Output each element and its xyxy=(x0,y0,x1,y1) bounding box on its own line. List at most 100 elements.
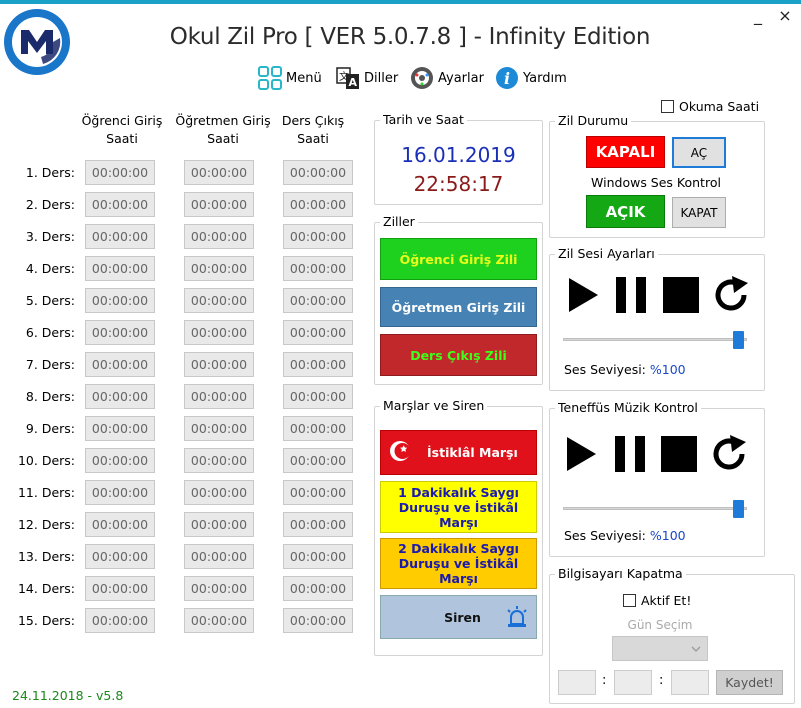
lesson-label: 2. Ders: xyxy=(25,197,75,212)
teacher-entry-time-input[interactable]: 00:00:00 xyxy=(184,448,254,473)
lesson-exit-time-input[interactable]: 00:00:00 xyxy=(283,288,353,313)
teacher-entry-time-input[interactable]: 00:00:00 xyxy=(184,608,254,633)
window-title: Okul Zil Pro [ VER 5.0.7.8 ] - Infinity … xyxy=(169,24,651,50)
lesson-exit-time-input[interactable]: 00:00:00 xyxy=(283,576,353,601)
date-display: 16.01.2019 xyxy=(401,143,516,167)
shutdown-enable-toggle[interactable]: Aktif Et! xyxy=(623,593,691,608)
bell-stop-icon[interactable] xyxy=(663,277,699,316)
student-entry-time-input[interactable]: 00:00:00 xyxy=(85,448,155,473)
info-icon: i xyxy=(495,66,519,90)
lesson-exit-time-input[interactable]: 00:00:00 xyxy=(283,256,353,281)
student-entry-time-input[interactable]: 00:00:00 xyxy=(85,576,155,601)
anthem-button[interactable]: İstiklâl Marşı xyxy=(380,430,537,475)
student-entry-time-input[interactable]: 00:00:00 xyxy=(85,256,155,281)
lesson-exit-time-input[interactable]: 00:00:00 xyxy=(283,544,353,569)
student-entry-time-input[interactable]: 00:00:00 xyxy=(85,608,155,633)
help-label: Yardım xyxy=(523,70,567,86)
student-entry-time-input[interactable]: 00:00:00 xyxy=(85,224,155,249)
teacher-entry-time-input[interactable]: 00:00:00 xyxy=(184,352,254,377)
close-button[interactable]: × xyxy=(775,6,795,25)
music-pause-icon[interactable] xyxy=(613,436,647,475)
student-entry-time-input[interactable]: 00:00:00 xyxy=(85,480,155,505)
teacher-entry-time-input[interactable]: 00:00:00 xyxy=(184,544,254,569)
shutdown-enable-checkbox[interactable] xyxy=(623,594,636,607)
teacher-entry-time-input[interactable]: 00:00:00 xyxy=(184,480,254,505)
lesson-exit-time-input[interactable]: 00:00:00 xyxy=(283,224,353,249)
bell-status-title: Zil Durumu xyxy=(555,113,632,128)
student-entry-time-input[interactable]: 00:00:00 xyxy=(85,288,155,313)
lesson-exit-time-input[interactable]: 00:00:00 xyxy=(283,448,353,473)
lesson-exit-time-input[interactable]: 00:00:00 xyxy=(283,352,353,377)
teacher-entry-time-input[interactable]: 00:00:00 xyxy=(184,256,254,281)
music-volume-value: %100 xyxy=(649,528,686,543)
teacher-bell-button[interactable]: Öğretmen Giriş Zili xyxy=(380,287,537,327)
bell-sound-title: Zil Sesi Ayarları xyxy=(555,246,658,261)
teacher-entry-time-input[interactable]: 00:00:00 xyxy=(184,288,254,313)
time-separator-1: : xyxy=(602,673,607,688)
student-bell-button[interactable]: Öğrenci Giriş Zili xyxy=(380,238,537,280)
teacher-entry-time-input[interactable]: 00:00:00 xyxy=(184,416,254,441)
shutdown-second-input[interactable] xyxy=(671,670,709,695)
bell-open-button[interactable]: AÇ xyxy=(672,137,726,168)
bell-volume-thumb[interactable] xyxy=(733,331,744,349)
music-volume-thumb[interactable] xyxy=(733,500,744,518)
bell-volume-readout: Ses Seviyesi: %100 xyxy=(564,362,686,377)
teacher-entry-time-input[interactable]: 00:00:00 xyxy=(184,160,254,185)
lesson-label: 12. Ders: xyxy=(17,517,75,532)
teacher-entry-time-input[interactable]: 00:00:00 xyxy=(184,512,254,537)
student-entry-time-input[interactable]: 00:00:00 xyxy=(85,192,155,217)
menu-item-help[interactable]: i Yardım xyxy=(495,66,567,90)
teacher-entry-time-input[interactable]: 00:00:00 xyxy=(184,576,254,601)
student-entry-time-input[interactable]: 00:00:00 xyxy=(85,512,155,537)
teacher-entry-time-input[interactable]: 00:00:00 xyxy=(184,320,254,345)
student-entry-time-input[interactable]: 00:00:00 xyxy=(85,352,155,377)
teacher-entry-time-input[interactable]: 00:00:00 xyxy=(184,384,254,409)
lesson-label: 6. Ders: xyxy=(25,325,75,340)
lesson-exit-time-input[interactable]: 00:00:00 xyxy=(283,608,353,633)
bell-play-icon[interactable] xyxy=(566,276,600,317)
lesson-exit-time-input[interactable]: 00:00:00 xyxy=(283,192,353,217)
lesson-exit-time-input[interactable]: 00:00:00 xyxy=(283,320,353,345)
student-entry-time-input[interactable]: 00:00:00 xyxy=(85,544,155,569)
lesson-exit-time-input[interactable]: 00:00:00 xyxy=(283,416,353,441)
shutdown-minute-input[interactable] xyxy=(614,670,652,695)
music-volume-track[interactable] xyxy=(563,507,747,510)
student-entry-time-input[interactable]: 00:00:00 xyxy=(85,384,155,409)
teacher-entry-time-input[interactable]: 00:00:00 xyxy=(184,192,254,217)
settings-label: Ayarlar xyxy=(438,70,484,86)
siren-button[interactable]: Siren xyxy=(380,595,537,639)
lesson-exit-time-input[interactable]: 00:00:00 xyxy=(283,384,353,409)
menu-item-menu[interactable]: Menü xyxy=(258,66,322,90)
bell-pause-icon[interactable] xyxy=(614,277,648,316)
day-select-dropdown[interactable] xyxy=(612,636,708,661)
two-min-silence-button[interactable]: 2 Dakikalık Saygı Duruşu ve İstikâl Marş… xyxy=(380,538,537,589)
shutdown-hour-input[interactable] xyxy=(558,670,596,695)
music-volume-readout: Ses Seviyesi: %100 xyxy=(564,528,686,543)
sound-state-indicator: AÇIK xyxy=(586,195,665,228)
menu-item-settings[interactable]: Ayarlar xyxy=(410,66,484,90)
music-stop-icon[interactable] xyxy=(661,436,697,475)
menu-item-languages[interactable]: 文 A Diller xyxy=(336,66,398,90)
minimize-button[interactable]: _ xyxy=(748,6,768,25)
student-entry-time-input[interactable]: 00:00:00 xyxy=(85,416,155,441)
lesson-exit-time-input[interactable]: 00:00:00 xyxy=(283,480,353,505)
teacher-entry-time-input[interactable]: 00:00:00 xyxy=(184,224,254,249)
shutdown-title: Bilgisayarı Kapatma xyxy=(555,566,686,581)
one-min-silence-button[interactable]: 1 Dakikalık Saygı Duruşu ve İstikâl Marş… xyxy=(380,481,537,533)
exit-bell-button[interactable]: Ders Çıkış Zili xyxy=(380,334,537,376)
music-play-icon[interactable] xyxy=(564,435,598,476)
student-entry-time-input[interactable]: 00:00:00 xyxy=(85,320,155,345)
bell-volume-track[interactable] xyxy=(563,338,747,341)
bell-replay-icon[interactable] xyxy=(712,275,752,318)
lesson-exit-time-input[interactable]: 00:00:00 xyxy=(283,512,353,537)
reading-time-toggle[interactable]: Okuma Saati xyxy=(661,99,759,114)
siren-label: Siren xyxy=(444,609,481,625)
lesson-label: 10. Ders: xyxy=(17,453,75,468)
reading-time-checkbox[interactable] xyxy=(661,100,674,113)
datetime-title: Tarih ve Saat xyxy=(380,112,467,127)
student-entry-time-input[interactable]: 00:00:00 xyxy=(85,160,155,185)
shutdown-save-button[interactable]: Kaydet! xyxy=(716,670,783,695)
music-replay-icon[interactable] xyxy=(710,434,750,477)
sound-close-button[interactable]: KAPAT xyxy=(672,197,726,228)
lesson-exit-time-input[interactable]: 00:00:00 xyxy=(283,160,353,185)
